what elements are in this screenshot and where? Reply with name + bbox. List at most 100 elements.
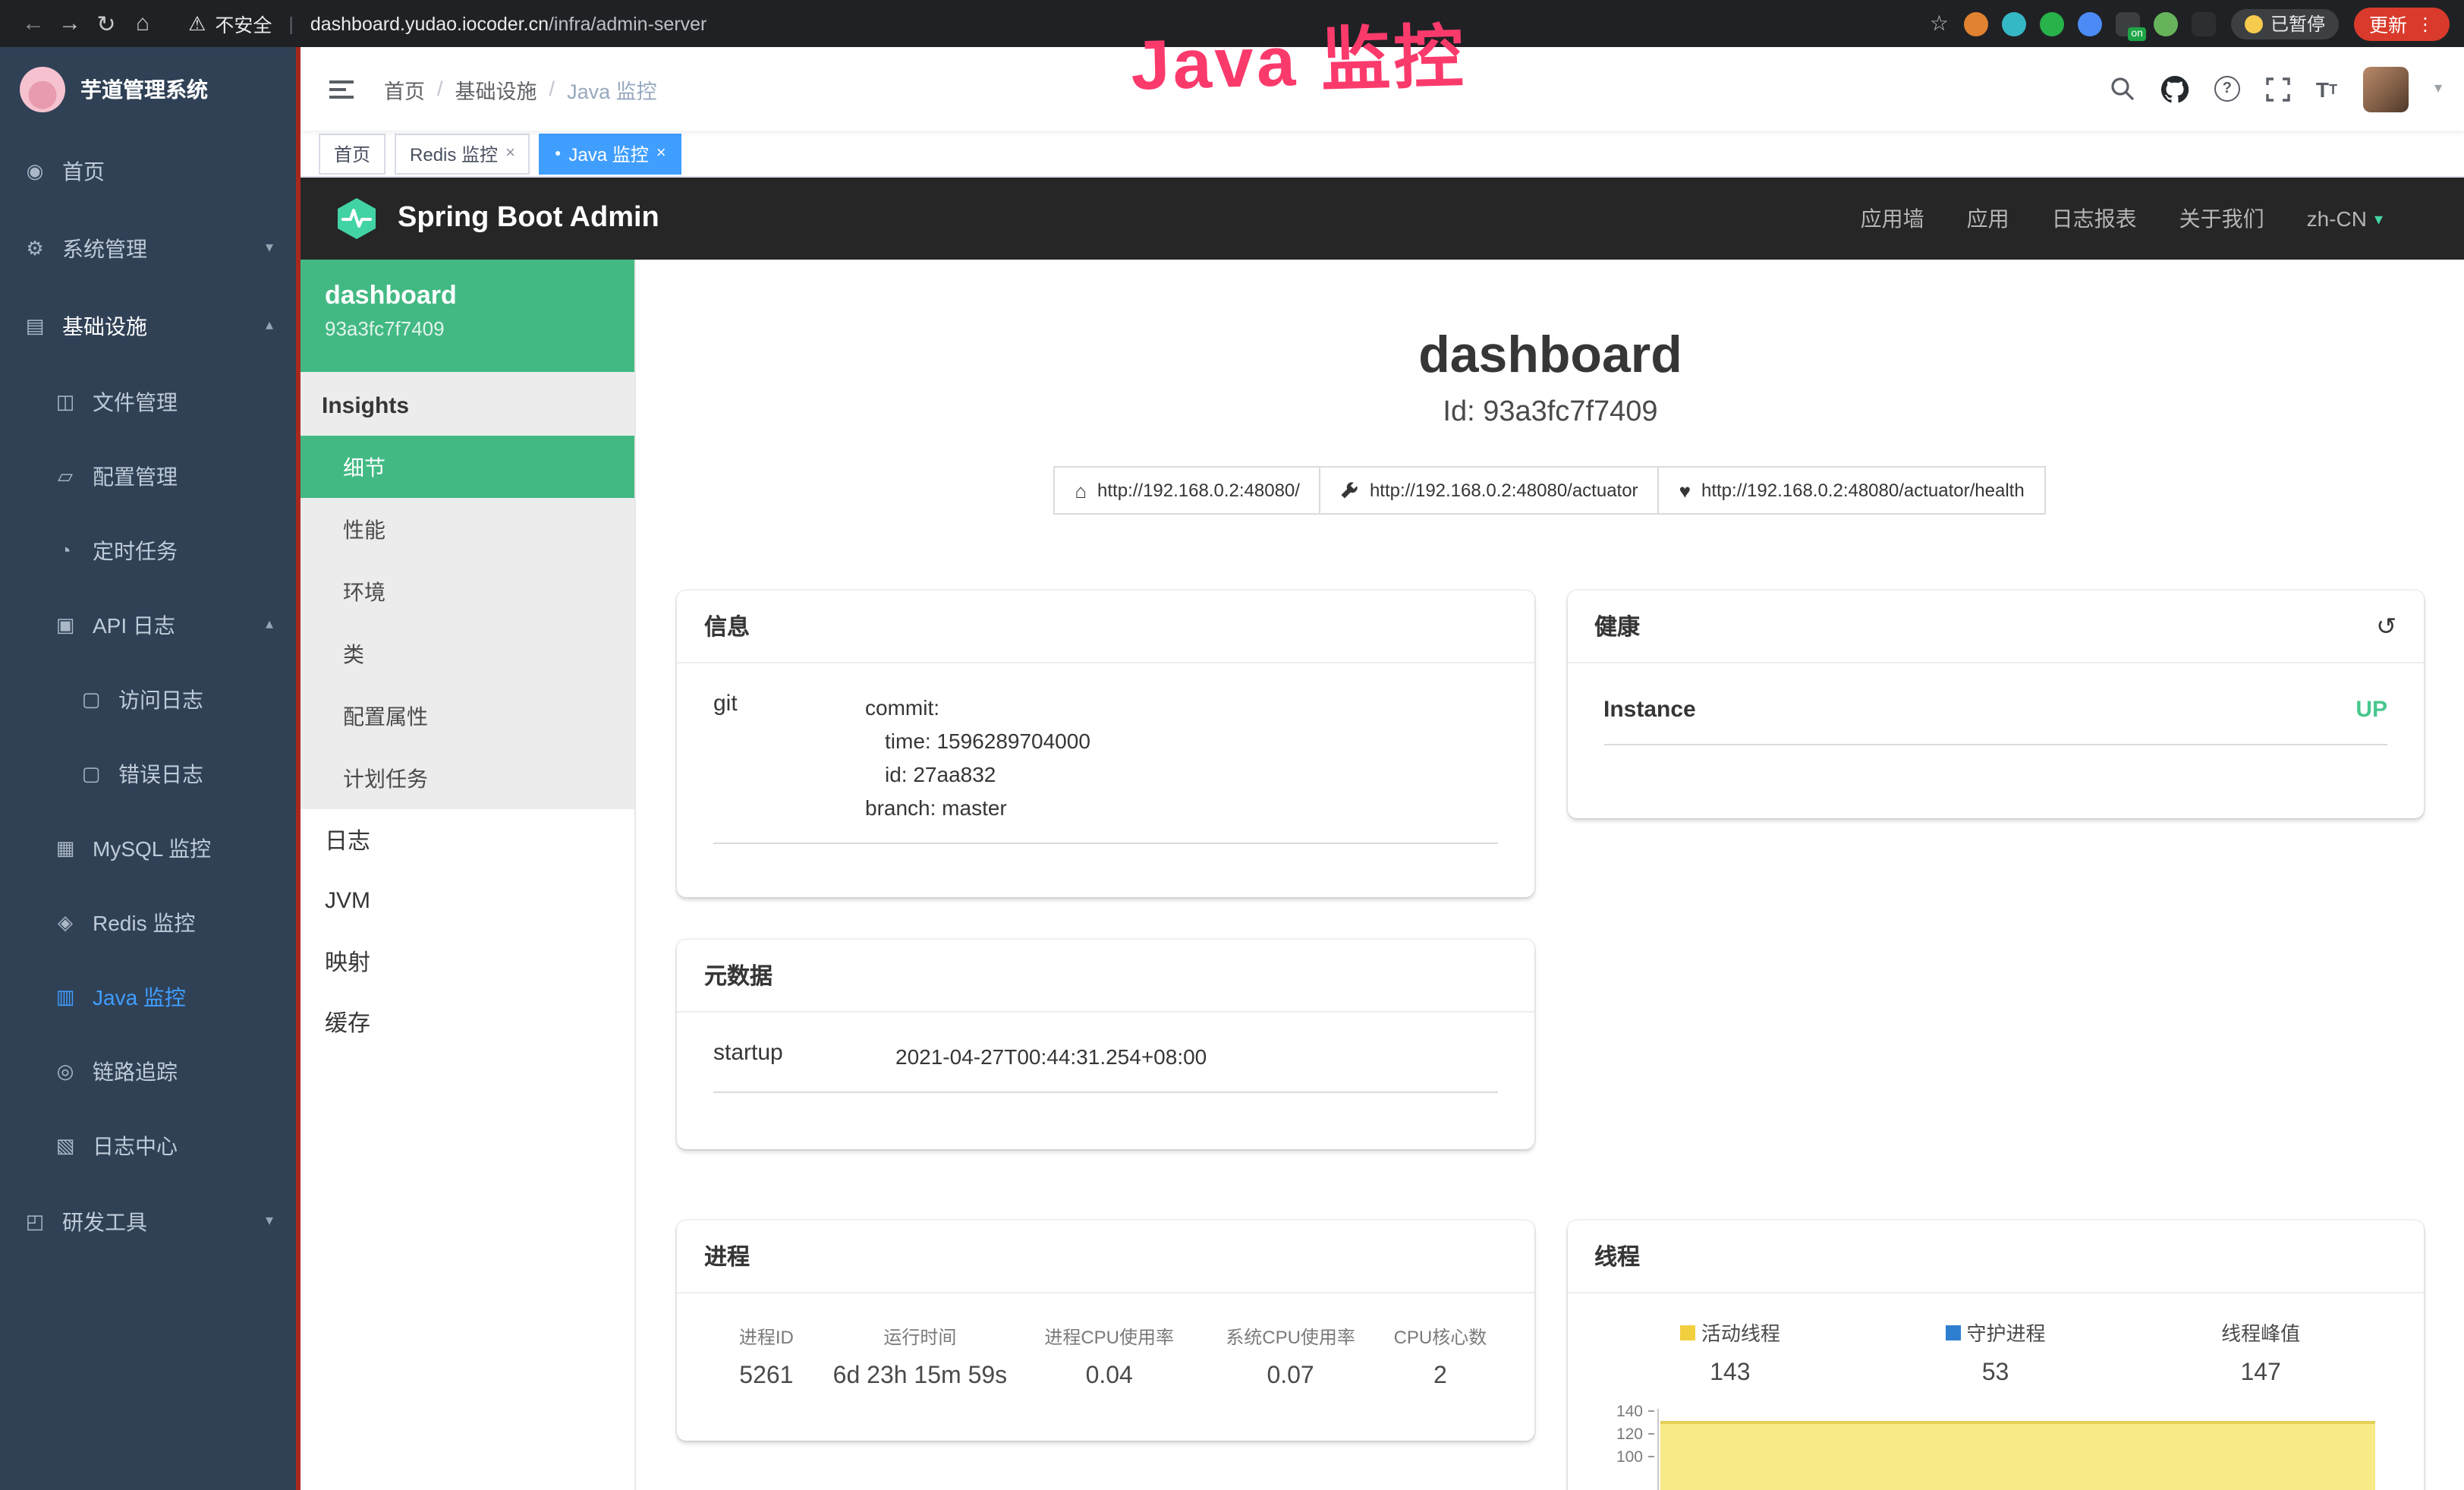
font-size-icon[interactable]: TT [2316,77,2337,101]
sidebar-item-access-log[interactable]: ▢ 访问日志 [0,662,296,736]
extension-icon-6[interactable] [2154,11,2178,36]
live-threads-area [1660,1421,2375,1490]
instance-id: 93a3fc7f7409 [325,317,610,340]
app-title: 芋道管理系统 [80,74,208,105]
metadata-row-startup: startup 2021-04-27T00:44:31.254+08:00 [713,1040,1497,1093]
sba-link-applications[interactable]: 应用 [1967,203,2009,234]
extension-icon-4[interactable] [2078,11,2102,36]
app-logo[interactable]: 芋道管理系统 [0,47,296,132]
avatar-caret-icon[interactable]: ▾ [2434,80,2442,97]
sba-item-environment[interactable]: 环境 [301,560,634,622]
locale-select[interactable]: zh-CN ▾ [2307,206,2383,231]
stat-process-cpu: 进程CPU使用率 0.04 [1015,1324,1204,1391]
sidebar-item-system[interactable]: ⚙ 系统管理 ▾ [0,209,296,287]
home-icon: ⌂ [1075,479,1087,502]
tab-label: Java 监控 [568,140,648,166]
sba-item-logs[interactable]: 日志 [301,809,634,870]
sidebar-item-mysql[interactable]: ▦ MySQL 监控 [0,811,296,885]
sidebar-item-jobs[interactable]: ◔ 定时任务 [0,513,296,587]
help-icon[interactable]: ? [2214,76,2240,102]
sba-sidebar: dashboard 93a3fc7f7409 Insights 细节 性能 环境… [301,260,636,1490]
stat-label: 进程ID [707,1324,826,1350]
trace-icon: ◎ [53,1059,77,1083]
health-card-title: 健康 [1594,610,1640,642]
sba-item-scheduled-tasks[interactable]: 计划任务 [301,747,634,809]
sba-item-metrics[interactable]: 性能 [301,498,634,560]
legend-daemon: 守护进程 53 [1863,1318,2129,1388]
close-icon[interactable]: × [505,144,515,162]
sidebar-item-files[interactable]: ◫ 文件管理 [0,364,296,439]
extension-icon-7[interactable] [2192,11,2216,36]
history-icon[interactable]: ↺ [2376,611,2396,641]
address-separator: | [288,13,294,34]
app-sidebar: 芋道管理系统 ◉ 首页 ⚙ 系统管理 ▾ ▤ 基础设施 ▴ ◫ 文件管理 ▱ [0,47,296,1490]
close-icon[interactable]: × [656,144,666,162]
sba-link-about[interactable]: 关于我们 [2179,203,2264,234]
address-bar[interactable]: ⚠ 不安全 | dashboard.yudao.iocoder.cn/infra… [188,9,706,38]
sidebar-item-dev-tools[interactable]: ◰ 研发工具 ▾ [0,1183,296,1260]
forward-icon[interactable]: → [52,11,88,36]
instance-links: ⌂ http://192.168.0.2:48080/ http://192.1… [677,466,2424,515]
tools-icon: ◰ [23,1209,47,1233]
extensions-row: on [1964,11,2216,36]
sba-link-journal[interactable]: 日志报表 [2052,203,2137,234]
extension-icon-5[interactable]: on [2116,11,2140,36]
health-url-link[interactable]: ♥ http://192.168.0.2:48080/actuator/heal… [1658,466,2046,515]
info-value: commit: time: 1596289704000 id: 27aa832 … [865,691,1090,824]
info-row-git: git commit: time: 1596289704000 id: 27aa… [713,691,1497,844]
mysql-icon: ▦ [53,836,77,860]
service-url-link[interactable]: ⌂ http://192.168.0.2:48080/ [1053,466,1321,515]
sidebar-item-redis[interactable]: ◈ Redis 监控 [0,885,296,959]
breadcrumb-home[interactable]: 首页 [384,74,425,104]
sba-item-jvm[interactable]: JVM [301,870,634,931]
breadcrumb-separator: / [549,77,555,100]
threads-legend: 活动线程 143 守护进程 53 线程峰值 [1597,1318,2393,1388]
extension-icon-2[interactable] [2002,11,2026,36]
home-icon[interactable]: ⌂ [124,11,161,36]
update-button[interactable]: 更新 ⋮ [2354,7,2450,40]
chevron-up-icon: ▴ [266,616,273,633]
sidebar-item-log-center[interactable]: ▧ 日志中心 [0,1108,296,1183]
breadcrumb-infra[interactable]: 基础设施 [455,74,537,104]
search-icon[interactable] [2110,76,2135,102]
tab-java[interactable]: ● Java 监控 × [540,133,681,174]
sidebar-item-infra[interactable]: ▤ 基础设施 ▴ [0,287,296,364]
chevron-down-icon: ▾ [266,1213,273,1230]
sidebar-item-api-log[interactable]: ▣ API 日志 ▴ [0,587,296,662]
extension-icon-1[interactable] [1964,11,1988,36]
bookmark-star-icon[interactable]: ☆ [1930,11,1949,36]
url-text: dashboard.yudao.iocoder.cn/infra/admin-s… [310,13,707,34]
actuator-url-link[interactable]: http://192.168.0.2:48080/actuator [1320,466,1660,515]
sba-item-config-props[interactable]: 配置属性 [301,685,634,747]
back-icon[interactable]: ← [15,11,52,36]
sba-item-mappings[interactable]: 映射 [301,931,634,991]
on-badge: on [2128,27,2146,40]
extension-icon-3[interactable] [2040,11,2064,36]
sidebar-item-java[interactable]: ▥ Java 监控 [0,959,296,1034]
fullscreen-icon[interactable] [2266,77,2290,101]
sba-item-details[interactable]: 细节 [301,436,634,498]
refresh-icon[interactable]: ↻ [88,10,124,37]
sba-item-classes[interactable]: 类 [301,622,634,685]
sidebar-item-error-log[interactable]: ▢ 错误日志 [0,736,296,811]
active-dot-icon: ● [555,148,561,159]
sba-logo-icon [334,196,379,241]
sba-brand[interactable]: Spring Boot Admin [334,196,659,241]
sba-item-caches[interactable]: 缓存 [301,991,634,1052]
git-commit-line: commit: [865,695,939,720]
tab-redis[interactable]: Redis 监控 × [395,133,530,174]
hamburger-icon[interactable] [323,74,360,104]
paused-chip[interactable]: 已暂停 [2231,8,2339,39]
tab-home[interactable]: 首页 [319,133,385,174]
browser-menu-icon[interactable]: ⋮ [2416,13,2434,34]
sidebar-item-home[interactable]: ◉ 首页 [0,132,296,209]
legend-label: 线程峰值 [2221,1318,2300,1347]
sba-link-wallboard[interactable]: 应用墙 [1861,203,1924,234]
avatar[interactable] [2363,66,2409,112]
gear-icon: ⚙ [23,236,47,260]
sidebar-item-label: 定时任务 [93,535,178,565]
sidebar-item-config[interactable]: ▱ 配置管理 [0,439,296,513]
process-card-title: 进程 [677,1221,1534,1293]
github-icon[interactable] [2161,75,2189,102]
sidebar-item-tracing[interactable]: ◎ 链路追踪 [0,1034,296,1108]
